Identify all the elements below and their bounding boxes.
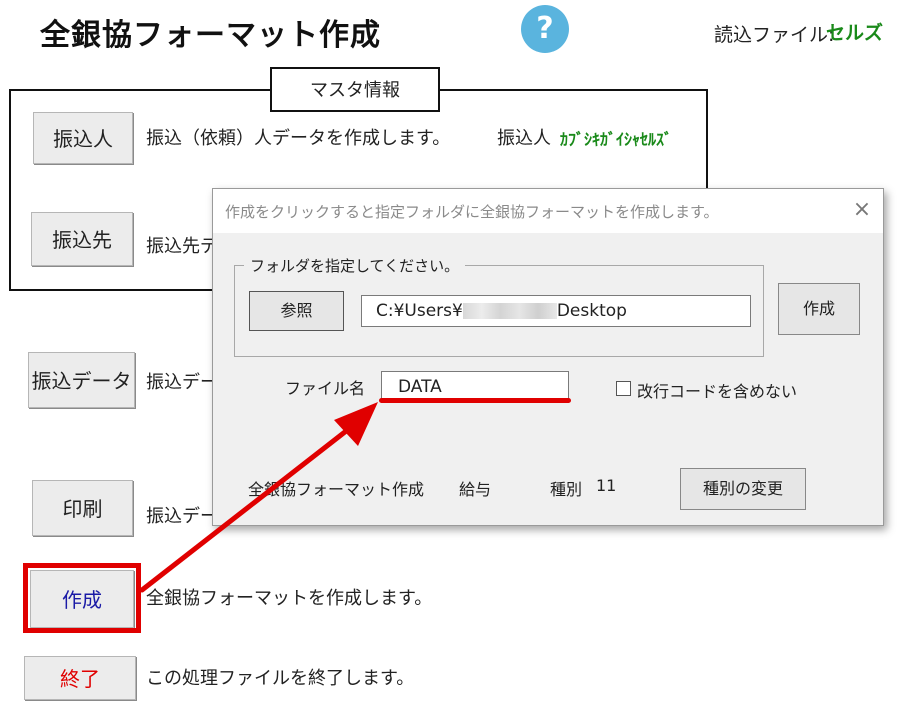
annotation-arrow-icon: [139, 402, 378, 593]
